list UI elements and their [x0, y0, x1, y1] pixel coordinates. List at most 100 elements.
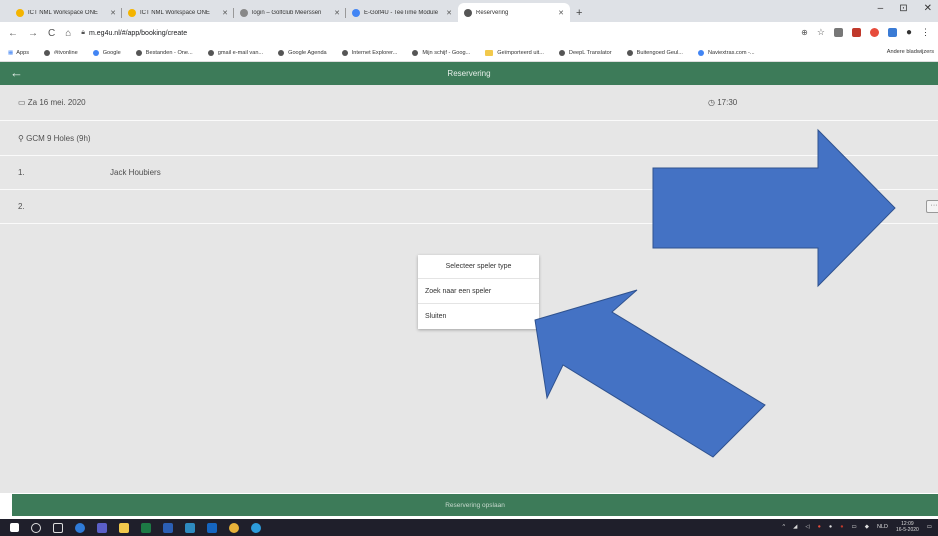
word-icon[interactable] — [163, 522, 173, 533]
window-controls: – ⊡ ✕ — [878, 3, 932, 14]
close-window-button[interactable]: ✕ — [924, 3, 932, 14]
browser-tab[interactable]: E-Golf4U - TeeTime Module ✕ — [346, 3, 458, 22]
lock-icon: 🔒︎ — [81, 29, 86, 36]
date-label: ▭ Za 16 mei. 2020 — [18, 98, 86, 107]
course-row[interactable]: ⚲ GCM 9 Holes (9h) — [0, 121, 938, 156]
chrome-icon[interactable] — [229, 522, 239, 533]
bookmark-apps[interactable]: ▦ Apps — [8, 50, 29, 56]
bookmark-folder[interactable]: Geïmporteerd uit... — [485, 49, 544, 56]
menu-icon[interactable]: ⋮ — [921, 27, 930, 38]
tray-app-icon[interactable]: ◆ — [865, 524, 869, 530]
player-type-menu: Selecteer speler type Zoek naar een spel… — [418, 255, 539, 329]
bookmark[interactable]: Google — [92, 49, 121, 56]
star-icon[interactable]: ☆ — [817, 27, 825, 38]
other-bookmarks[interactable]: Andere bladwijzers — [887, 49, 934, 55]
toolbar-extensions: ⊕ ☆ ● ⋮ — [801, 27, 930, 38]
player-name: Jack Houbiers — [110, 168, 161, 177]
tab-close-icon[interactable]: ✕ — [558, 9, 564, 17]
bookmark[interactable]: Naviextras.com -... — [697, 49, 755, 56]
favicon-icon — [128, 8, 136, 17]
system-tray: ^ ◢ ◁ ● ● ● ▭ ◆ NLD 12:09 16-5-2020 ▭ — [783, 521, 933, 533]
browser-tab[interactable]: ICT NML Workspace ONE ✕ — [10, 3, 122, 22]
browser-tab-bar: ICT NML Workspace ONE ✕ ICT NML Workspac… — [0, 0, 938, 22]
tab-close-icon[interactable]: ✕ — [222, 9, 228, 17]
teams-icon[interactable] — [97, 522, 107, 533]
forward-arrow-icon[interactable]: → — [28, 28, 38, 39]
browser-tab-active[interactable]: Reservering ✕ — [458, 3, 570, 22]
bookmark-icon — [135, 49, 142, 56]
new-tab-button[interactable]: + — [576, 7, 582, 22]
favicon-icon — [240, 8, 248, 17]
back-arrow-icon[interactable]: ← — [10, 65, 23, 80]
volume-icon[interactable]: ◁ — [805, 524, 809, 530]
tray-app-icon[interactable]: ● — [818, 524, 821, 530]
bookmark[interactable]: DeepL Translator — [558, 49, 612, 56]
bookmark[interactable]: gmail e-mail van... — [207, 49, 263, 56]
profile-icon[interactable]: ● — [906, 27, 912, 38]
folder-icon — [485, 49, 494, 56]
excel-icon[interactable] — [141, 522, 151, 533]
google-icon — [697, 49, 704, 56]
favicon-icon — [464, 8, 472, 17]
bookmark-icon — [558, 49, 565, 56]
bookmark-icon — [626, 49, 633, 56]
app-icon[interactable] — [185, 522, 195, 533]
bookmark[interactable]: Google Agenda — [278, 49, 327, 56]
extension-icon[interactable] — [869, 28, 879, 37]
app-header: ← Reservering — [0, 62, 938, 85]
tab-title: Reservering — [476, 9, 509, 16]
home-icon[interactable]: ⌂ — [65, 28, 71, 39]
reload-icon[interactable]: C — [48, 28, 55, 39]
edge-icon[interactable] — [75, 522, 85, 533]
tab-title: login – Golfclub Meerssen — [252, 9, 322, 16]
browser-tab[interactable]: ICT NML Workspace ONE ✕ — [122, 3, 234, 22]
url-field[interactable]: m.eg4u.nl/#/app/booking/create — [89, 30, 187, 37]
notification-icon[interactable]: ▭ — [927, 524, 932, 530]
close-menu-item[interactable]: Sluiten — [418, 304, 539, 329]
bookmark[interactable]: #itvonline — [44, 49, 78, 56]
tab-title: E-Golf4U - TeeTime Module — [364, 9, 439, 16]
location-pin-icon: ⚲ — [18, 133, 24, 143]
clock[interactable]: 12:09 16-5-2020 — [896, 521, 919, 533]
extension-icon[interactable] — [887, 28, 897, 37]
location-icon[interactable]: ⊕ — [801, 28, 808, 37]
favicon-icon — [352, 8, 360, 17]
tab-close-icon[interactable]: ✕ — [110, 9, 116, 17]
app-icon[interactable] — [251, 522, 261, 533]
tray-app-icon[interactable]: ● — [840, 524, 843, 530]
extension-icon[interactable] — [833, 28, 843, 37]
bookmark-icon — [412, 49, 419, 56]
bookmark[interactable]: Bestanden - One... — [135, 49, 193, 56]
more-options-button[interactable]: ··· — [926, 200, 938, 213]
course-label: ⚲ GCM 9 Holes (9h) — [18, 133, 91, 143]
browser-tab[interactable]: login – Golfclub Meerssen ✕ — [234, 3, 346, 22]
tab-close-icon[interactable]: ✕ — [334, 9, 340, 17]
extension-icon[interactable] — [851, 28, 861, 37]
tab-close-icon[interactable]: ✕ — [446, 9, 452, 17]
bookmark[interactable]: Mijn schijf - Goog... — [412, 49, 470, 56]
outlook-icon[interactable] — [207, 522, 217, 533]
player-row[interactable]: 2. ··· — [0, 190, 938, 224]
minimize-button[interactable]: – — [878, 3, 884, 14]
time-label: ◷ 17:30 — [708, 98, 738, 107]
player-row[interactable]: 1. Jack Houbiers — [0, 156, 938, 190]
back-arrow-icon[interactable]: ← — [8, 28, 18, 39]
network-icon[interactable]: ◢ — [793, 524, 797, 530]
maximize-button[interactable]: ⊡ — [899, 3, 907, 14]
bookmark[interactable]: Internet Explorer... — [341, 49, 397, 56]
bookmark-icon — [207, 49, 214, 56]
windows-start-icon[interactable] — [10, 523, 19, 532]
bookmark[interactable]: Buitengoed Geul... — [626, 49, 683, 56]
file-explorer-icon[interactable] — [119, 522, 129, 533]
tray-app-icon[interactable]: ▭ — [852, 524, 857, 530]
save-reservation-button[interactable]: Reservering opslaan — [12, 494, 938, 516]
calendar-icon: ▭ — [18, 98, 26, 107]
tab-title: ICT NML Workspace ONE — [28, 9, 98, 16]
language-indicator[interactable]: NLD — [877, 524, 888, 530]
chevron-up-icon[interactable]: ^ — [783, 524, 786, 530]
date-time-row[interactable]: ▭ Za 16 mei. 2020 ◷ 17:30 — [0, 85, 938, 121]
task-view-icon[interactable] — [53, 522, 63, 533]
search-player-item[interactable]: Zoek naar een speler — [418, 279, 539, 304]
tray-app-icon[interactable]: ● — [829, 524, 832, 530]
search-icon[interactable] — [31, 522, 41, 533]
